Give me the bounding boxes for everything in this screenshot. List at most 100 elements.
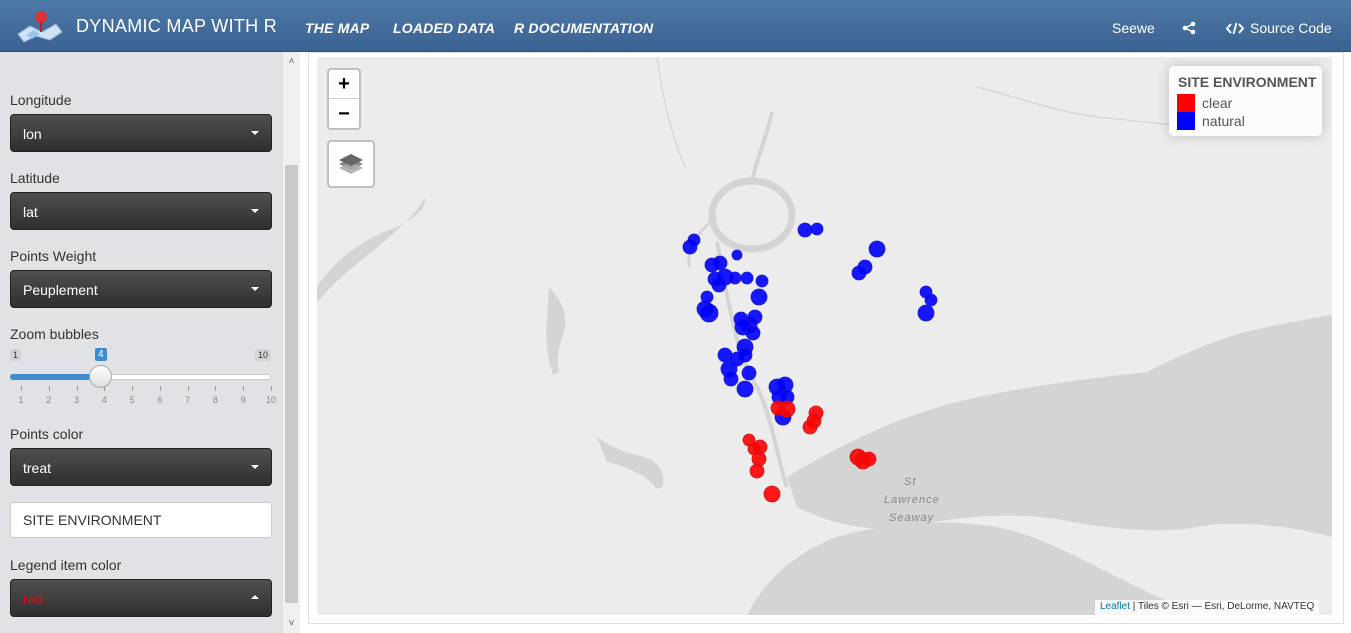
leaflet-link[interactable]: Leaflet [1100,601,1130,612]
slider-tick [243,386,245,391]
caret-down-icon [251,465,259,469]
bubble-marker-natural[interactable] [747,309,763,325]
slider-min-label: 1 [10,349,22,361]
latitude-value: lat [23,204,38,220]
bubble-marker-natural[interactable] [741,365,757,381]
bubble-marker-natural[interactable] [723,371,739,387]
bubble-marker-natural[interactable] [699,303,719,323]
bubble-marker-natural[interactable] [797,222,813,238]
layers-button[interactable] [327,140,375,188]
tab-loaded-data[interactable]: LOADED DATA [393,20,495,36]
slider-tick-label: 1 [18,395,24,405]
points-layer [682,222,938,503]
slider-tick [48,386,50,391]
slider-tick-label: 5 [129,395,135,405]
bubble-marker-natural[interactable] [750,288,768,306]
slider-tick-label: 9 [240,395,246,405]
scroll-up-icon[interactable]: ˄ [286,56,297,67]
zoom-control: + − [327,68,361,130]
longitude-label: Longitude [10,92,72,108]
bubble-marker-natural[interactable] [728,271,742,285]
sidebar-panel: Longitude lon Latitude lat Points Weight… [0,52,300,633]
legend-swatch-natural [1177,112,1195,130]
slider-tick-label: 4 [101,395,107,405]
latitude-select[interactable]: lat [10,192,272,230]
navbar: DYNAMIC MAP WITH R THE MAP LOADED DATA R… [0,0,1351,52]
slider-tick-label: 10 [265,395,277,405]
share-icon[interactable] [1182,21,1196,35]
slider-tick-label: 7 [185,395,191,405]
caret-down-icon [251,209,259,213]
attribution-text: | Tiles © Esri — Esri, DeLorme, NAVTEQ [1130,601,1315,612]
caret-up-icon [251,595,259,599]
leaflet-map[interactable] [317,57,1332,615]
points-weight-value: Peuplement [23,282,98,298]
zoom-in-button[interactable]: + [329,70,359,99]
bubble-marker-natural[interactable] [851,265,867,281]
scroll-down-icon[interactable]: ˅ [286,618,297,629]
slider-tick-label: 8 [212,395,218,405]
legend-swatch-clear [1177,94,1195,112]
bubble-marker-natural[interactable] [745,325,761,341]
bubble-marker-natural[interactable] [868,240,886,258]
slider-tick [21,386,22,391]
bubble-marker-natural[interactable] [924,293,938,307]
source-code-link[interactable]: Source Code [1250,20,1332,36]
legend-item-color-label: Legend item color [10,557,122,573]
bubble-marker-natural[interactable] [687,233,701,247]
slider-max-label: 10 [255,349,272,361]
bubble-marker-natural[interactable] [740,271,754,285]
legend-title-input[interactable]: SITE ENVIRONMENT [10,502,272,538]
bubble-marker-clear[interactable] [763,485,781,503]
sidebar-scrollbar-thumb[interactable] [285,165,298,603]
slider-tick [76,386,78,391]
user-link[interactable]: Seewe [1112,20,1155,36]
bubble-marker-natural[interactable] [712,255,728,271]
points-color-value: treat [23,460,52,476]
bubble-marker-clear[interactable] [861,451,877,467]
slider-tick [271,386,272,391]
points-color-select[interactable]: treat [10,448,272,486]
slider-ticks: 1 2 3 4 5 6 7 8 9 10 [10,386,276,406]
longitude-select[interactable]: lon [10,114,272,152]
slider-tick-label: 6 [157,395,163,405]
longitude-value: lon [23,126,42,142]
bubble-marker-natural[interactable] [731,249,743,261]
code-icon[interactable] [1226,22,1244,35]
points-weight-label: Points Weight [10,248,97,264]
points-color-label: Points color [10,426,84,442]
bubble-marker-clear[interactable] [778,400,796,418]
points-weight-select[interactable]: Peuplement [10,270,272,308]
caret-down-icon [251,287,259,291]
bubble-marker-clear[interactable] [802,419,818,435]
zoom-slider-fill [10,374,101,380]
legend-label-clear: clear [1202,95,1233,111]
zoom-slider-handle[interactable] [89,365,112,388]
zoom-bubbles-label: Zoom bubbles [10,326,99,342]
bubble-marker-natural[interactable] [711,277,727,293]
layers-icon [339,154,363,174]
map-attribution: Leaflet | Tiles © Esri — Esri, DeLorme, … [1095,600,1320,615]
map-label-seaway: Seaway [889,512,935,524]
bubble-marker-natural[interactable] [736,380,754,398]
tab-r-documentation[interactable]: R DOCUMENTATION [514,20,653,36]
slider-tick [159,386,161,391]
zoom-out-button[interactable]: − [329,100,359,129]
app-title: DYNAMIC MAP WITH R [76,16,278,36]
legend-label-natural: natural [1202,113,1245,129]
bubble-marker-natural[interactable] [810,222,824,236]
bubble-marker-natural[interactable] [737,347,753,363]
map-pin-icon [17,11,63,43]
caret-down-icon [251,131,259,135]
legend-item-color-value: red [23,591,44,607]
slider-tick-label: 3 [74,395,80,405]
bubble-marker-natural[interactable] [917,304,935,322]
legend-item-color-select[interactable]: red [10,579,272,617]
slider-tick [132,386,134,391]
slider-tick-label: 2 [46,395,52,405]
bubble-marker-clear[interactable] [749,463,765,479]
slider-tick [104,386,106,391]
slider-value-label: 4 [95,348,107,361]
tab-the-map[interactable]: THE MAP [305,20,369,36]
bubble-marker-natural[interactable] [755,274,769,288]
